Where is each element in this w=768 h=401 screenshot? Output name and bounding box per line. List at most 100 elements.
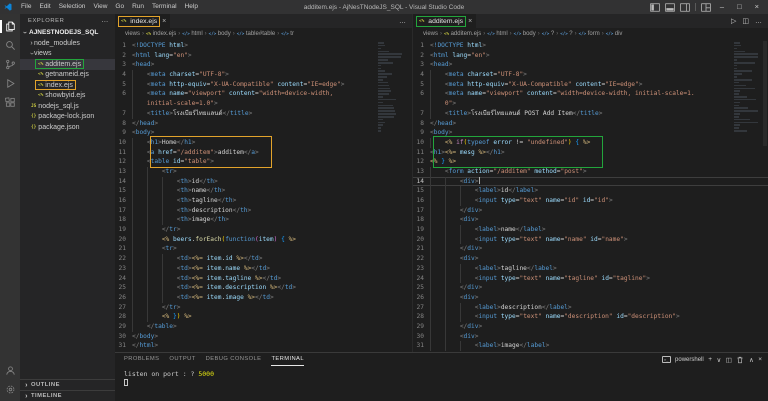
code-line[interactable]: 29</div>	[413, 322, 768, 332]
terminal-output[interactable]: listen on port : ? 5000	[115, 366, 768, 389]
breadcrumb-item-body[interactable]: </>body	[514, 31, 536, 37]
menu-go[interactable]: Go	[111, 0, 128, 14]
breadcrumb-item-index.ejs[interactable]: <%index.ejs	[146, 31, 176, 37]
toggle-sidebar-icon[interactable]	[650, 3, 660, 12]
maximize-panel-icon[interactable]: ∧	[749, 356, 754, 364]
more-actions-icon[interactable]: …	[755, 18, 762, 25]
code-line[interactable]: 16<th>tagline</th>	[115, 196, 412, 206]
tab-index-ejs[interactable]: <% index.ejs ×	[115, 14, 170, 28]
breadcrumb-item-views[interactable]: views	[423, 31, 438, 37]
code-line[interactable]: 20<% beers.forEach(function(item) { %>	[115, 235, 412, 245]
toggle-panel-icon[interactable]	[665, 3, 675, 12]
breadcrumb-item-table#table[interactable]: </>table#table	[237, 31, 275, 37]
code-line[interactable]: 11<h1><%= mesg %></h1>	[413, 148, 768, 158]
code-line[interactable]: 4<meta charset="UTF-8">	[413, 70, 768, 80]
code-line[interactable]: 29</table>	[115, 322, 412, 332]
code-line[interactable]: 27</tr>	[115, 303, 412, 313]
code-editor-additem-ejs[interactable]: 1<!DOCTYPE html>2<html lang="en">3<head>…	[413, 39, 768, 352]
scrollbar[interactable]	[763, 41, 767, 146]
menu-help[interactable]: Help	[181, 0, 202, 14]
minimap[interactable]	[734, 42, 760, 133]
code-line[interactable]: 30</body>	[115, 332, 412, 342]
breadcrumb-item-div[interactable]: </>div	[606, 31, 623, 37]
toggle-secondary-sidebar-icon[interactable]	[680, 3, 690, 12]
code-line[interactable]: 14<th>id</th>	[115, 177, 412, 187]
extensions-icon[interactable]	[0, 93, 20, 112]
code-line[interactable]: 9<body>	[115, 128, 412, 138]
code-line[interactable]: 11<a href="/additem">additem</a>	[115, 148, 412, 158]
breadcrumb-item-form[interactable]: </>form	[579, 31, 600, 37]
outline-section[interactable]: › OUTLINE	[20, 379, 115, 390]
code-line[interactable]: 24<input type="text" name="tagline" id="…	[413, 274, 768, 284]
menu-run[interactable]: Run	[128, 0, 148, 14]
code-line[interactable]: 20<input type="text" name="name" id="nam…	[413, 235, 768, 245]
code-line[interactable]: 3<head>	[413, 60, 768, 70]
menu-selection[interactable]: Selection	[55, 0, 90, 14]
code-line[interactable]: initial-scale=1.0">	[115, 99, 412, 109]
code-line[interactable]: 4<meta charset="UTF-8">	[115, 70, 412, 80]
breadcrumb-item-tr[interactable]: </>tr	[281, 31, 294, 37]
code-line[interactable]: 7<title>โรงเบียร์ไทยแลนด์</title>	[115, 109, 412, 119]
breadcrumb-item-?[interactable]: </>?	[560, 31, 572, 37]
file-tree-item-showbyid.ejs[interactable]: <%showbyid.ejs	[20, 91, 115, 102]
code-line[interactable]: 13<tr>	[115, 167, 412, 177]
code-line[interactable]: 14<div>	[413, 177, 768, 187]
restore-button[interactable]: □	[733, 0, 746, 14]
code-line[interactable]: 23<td><%= item.name %></td>	[115, 264, 412, 274]
breadcrumb-item-views[interactable]: views	[125, 31, 140, 37]
kill-terminal-icon[interactable]	[736, 356, 744, 364]
code-line[interactable]: 12<% } %>	[413, 157, 768, 167]
code-line[interactable]: 8</head>	[115, 119, 412, 129]
minimize-button[interactable]: –	[716, 0, 728, 14]
menu-view[interactable]: View	[89, 0, 111, 14]
code-line[interactable]: 1<!DOCTYPE html>	[413, 41, 768, 51]
customize-layout-icon[interactable]	[701, 3, 711, 12]
code-line[interactable]: 5<meta http-equiv="X-UA-Compatible" cont…	[413, 80, 768, 90]
code-line[interactable]: 18<th>image</th>	[115, 215, 412, 225]
explorer-icon[interactable]	[0, 17, 20, 36]
breadcrumb-item-body[interactable]: </>body	[209, 31, 231, 37]
code-line[interactable]: 1<!DOCTYPE html>	[115, 41, 412, 51]
source-control-icon[interactable]	[0, 55, 20, 74]
file-tree-item-views[interactable]: ›views	[20, 49, 115, 60]
code-line[interactable]: 24<td><%= item.tagline %></td>	[115, 274, 412, 284]
search-icon[interactable]	[0, 36, 20, 55]
code-line[interactable]: 31</html>	[115, 341, 412, 351]
run-and-debug-icon[interactable]	[0, 74, 20, 93]
code-line[interactable]: 26<td><%= item.image %></td>	[115, 293, 412, 303]
file-tree-item-additem.ejs[interactable]: <%additem.ejs	[20, 59, 115, 70]
code-line[interactable]: 0">	[413, 99, 768, 109]
split-terminal-icon[interactable]: ◫	[726, 356, 732, 364]
new-terminal-icon[interactable]: +	[708, 356, 712, 363]
code-line[interactable]: 31<label>image</label>	[413, 341, 768, 351]
code-line[interactable]: 22<div>	[413, 254, 768, 264]
code-line[interactable]: 15<label>id</label>	[413, 186, 768, 196]
code-line[interactable]: 21<tr>	[115, 244, 412, 254]
shell-name[interactable]: powershell	[675, 357, 704, 363]
more-actions-icon[interactable]: …	[399, 18, 406, 25]
code-line[interactable]: 25<td><%= item.description %></td>	[115, 283, 412, 293]
file-tree-item-index.ejs[interactable]: <%index.ejs	[20, 80, 115, 91]
account-icon[interactable]	[0, 361, 20, 380]
code-line[interactable]: 2<html lang="en">	[413, 51, 768, 61]
code-line[interactable]: 10<% if(typeof error != "undefined") { %…	[413, 138, 768, 148]
minimap[interactable]	[378, 42, 404, 133]
explorer-root-folder[interactable]: › AJNESTNODEJS_SQL	[20, 27, 115, 38]
code-line[interactable]: 13<form action="/additem" method="post">	[413, 167, 768, 177]
select-shell-chevron-icon[interactable]: ∨	[717, 356, 722, 364]
breadcrumb-item-additem.ejs[interactable]: <%additem.ejs	[444, 31, 481, 37]
code-line[interactable]: 18<div>	[413, 215, 768, 225]
close-window-button[interactable]: ×	[751, 0, 763, 14]
close-panel-icon[interactable]: ×	[758, 356, 762, 363]
code-line[interactable]: 21</div>	[413, 244, 768, 254]
code-line[interactable]: 3<head>	[115, 60, 412, 70]
code-line[interactable]: 2<html lang="en">	[115, 51, 412, 61]
file-tree-item-package-lock.json[interactable]: {}package-lock.json	[20, 112, 115, 123]
code-line[interactable]: 15<th>name</th>	[115, 186, 412, 196]
settings-gear-icon[interactable]	[0, 380, 20, 399]
code-line[interactable]: 27<label>description</label>	[413, 303, 768, 313]
code-line[interactable]: 19</tr>	[115, 225, 412, 235]
code-line[interactable]: 7<title>โรงเบียร์ไทยแลนด์ POST Add Item<…	[413, 109, 768, 119]
menu-terminal[interactable]: Terminal	[148, 0, 181, 14]
menu-edit[interactable]: Edit	[35, 0, 54, 14]
